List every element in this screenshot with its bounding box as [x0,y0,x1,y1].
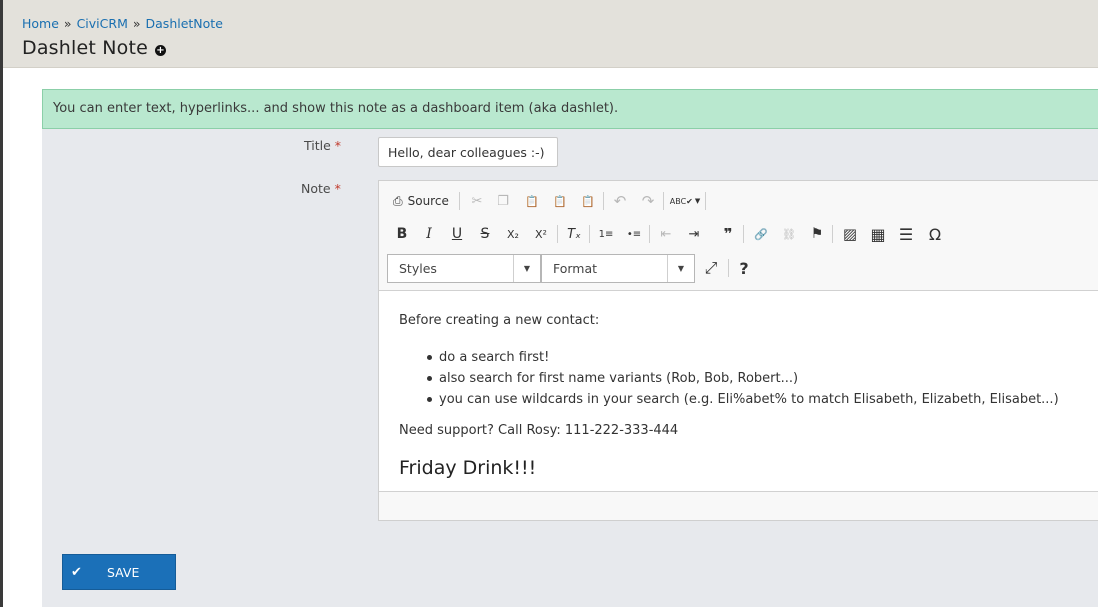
toolbar-separator [728,259,729,277]
help-icon[interactable]: ? [733,257,755,279]
breadcrumb: Home » CiviCRM » DashletNote [22,16,223,31]
toolbar-separator [705,192,706,210]
cut-icon[interactable]: ✂ [466,190,488,212]
image-icon[interactable]: ▨ [839,223,861,245]
anchor-icon[interactable]: ⚑ [806,223,828,245]
note-heading: Friday Drink!!! [399,457,537,479]
chevron-down-icon: ▼ [513,255,540,282]
numbered-list-icon[interactable]: 1≡ [595,223,617,245]
copy-icon[interactable]: ❐ [492,190,514,212]
bulleted-list-icon[interactable]: •≡ [623,223,645,245]
source-button[interactable]: ⎙ Source [393,190,453,212]
maximize-icon[interactable]: ⤢ [700,257,722,279]
italic-icon[interactable]: I [418,223,440,245]
add-shortcut-icon[interactable]: + [155,45,166,56]
horizontal-rule-icon[interactable]: ☰ [895,223,917,245]
check-icon: ✔ [71,565,82,580]
left-edge [0,0,3,607]
toolbar-separator [743,225,744,243]
source-label: Source [407,194,449,208]
spellcheck-icon[interactable]: ABC✔ ▼ [669,190,701,212]
blockquote-icon[interactable]: ❞ [717,223,739,245]
toolbar-separator [557,225,558,243]
remove-format-icon[interactable]: Tₓ [563,223,585,245]
toolbar-separator [603,192,604,210]
editor-toolbar: ⎙ Source ✂ ❐ 📋 📋 📋 ↶ ↷ ABC✔ ▼ B I U S X₂ X… [379,181,1098,291]
title-label: Title * [304,138,341,153]
toolbar-separator [459,192,460,210]
rich-text-editor: ⎙ Source ✂ ❐ 📋 📋 📋 ↶ ↷ ABC✔ ▼ B I U S X₂ X… [378,180,1098,521]
toolbar-separator [589,225,590,243]
note-intro: Before creating a new contact: [399,313,600,328]
chevron-down-icon: ▼ [694,197,701,205]
save-label: SAVE [107,564,140,580]
undo-icon[interactable]: ↶ [609,190,631,212]
styles-dropdown[interactable]: Styles ▼ [387,254,541,283]
breadcrumb-separator: » [63,16,72,31]
list-item: also search for first name variants (Rob… [427,368,1059,389]
page-title: Dashlet Note [22,37,149,59]
styles-label: Styles [399,261,437,276]
unlink-icon[interactable]: ⛓ [778,223,800,245]
note-support: Need support? Call Rosy: 111-222-333-444 [399,423,679,438]
redo-icon[interactable]: ↷ [637,190,659,212]
title-input[interactable] [378,137,558,167]
required-marker: * [334,181,341,196]
list-item: do a search first! [427,347,1059,368]
toolbar-separator [649,225,650,243]
paste-text-icon[interactable]: 📋 [549,190,571,212]
link-icon[interactable]: 🔗 [750,223,772,245]
note-label: Note * [301,181,341,196]
source-icon: ⎙ [393,193,403,208]
required-marker: * [334,138,342,153]
toolbar-separator [663,192,664,210]
subscript-icon[interactable]: X₂ [502,223,524,245]
paste-from-word-icon[interactable]: 📋 [577,190,599,212]
breadcrumb-dashletnote[interactable]: DashletNote [146,16,223,31]
breadcrumb-civicrm[interactable]: CiviCRM [77,16,128,31]
note-list: do a search first! also search for first… [427,347,1059,410]
list-item: you can use wildcards in your search (e.… [427,389,1059,410]
special-character-icon[interactable]: Ω [924,223,946,245]
breadcrumb-home[interactable]: Home [22,16,59,31]
page-header: Home » CiviCRM » DashletNote Dashlet Note + [3,0,1098,68]
strikethrough-icon[interactable]: S [474,223,496,245]
save-button[interactable]: ✔ SAVE [62,554,176,590]
format-dropdown[interactable]: Format ▼ [541,254,695,283]
indent-icon[interactable]: ⇥ [683,223,705,245]
editor-content[interactable]: Before creating a new contact: do a sear… [379,291,1098,492]
bold-icon[interactable]: B [391,223,413,245]
chevron-down-icon: ▼ [667,255,694,282]
table-icon[interactable]: ▦ [867,223,889,245]
help-message: You can enter text, hyperlinks... and sh… [42,89,1098,129]
title-label-text: Title [304,138,331,153]
underline-icon[interactable]: U [446,223,468,245]
toolbar-separator [832,225,833,243]
breadcrumb-separator: » [132,16,141,31]
note-label-text: Note [301,181,331,196]
superscript-icon[interactable]: X² [530,223,552,245]
outdent-icon[interactable]: ⇤ [655,223,677,245]
paste-icon[interactable]: 📋 [521,190,543,212]
format-label: Format [553,261,598,276]
spellcheck-glyph: ABC✔ [669,196,693,206]
